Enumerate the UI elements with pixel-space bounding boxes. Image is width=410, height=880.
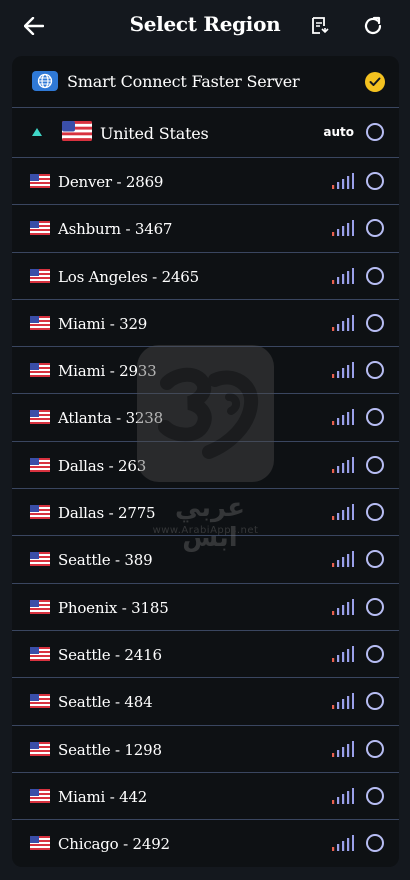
signal-strength-icon [332,598,354,615]
server-label: Seattle - 2416 [58,645,162,664]
list-button[interactable] [304,10,336,42]
selected-check-icon[interactable] [365,72,385,92]
signal-strength-icon [332,787,354,804]
server-radio[interactable] [366,408,384,427]
refresh-icon [364,16,382,35]
signal-strength-icon [332,314,354,331]
app-header: Select Region [0,0,410,52]
server-label: Denver - 2869 [58,173,164,191]
country-row-united-states[interactable]: United States auto [12,108,399,158]
us-flag-icon [30,694,50,709]
server-row[interactable]: Denver - 2869 [12,158,399,206]
us-flag-icon [30,268,50,283]
server-radio[interactable] [366,786,384,805]
signal-strength-icon [332,456,354,473]
server-row[interactable]: Seattle - 2416 [12,631,399,679]
server-radio[interactable] [366,644,384,663]
server-radio[interactable] [366,219,384,238]
server-list: Denver - 2869 Ashburn - 3467 Los Angeles… [12,158,399,867]
server-label: Miami - 329 [58,314,148,333]
page-title: Select Region [129,12,281,36]
server-radio[interactable] [366,266,384,285]
refresh-button[interactable] [357,10,389,42]
server-radio[interactable] [366,550,384,569]
server-row[interactable]: Dallas - 2775 [12,489,399,537]
signal-strength-icon [332,173,354,189]
server-label: Ashburn - 3467 [58,220,173,239]
server-radio[interactable] [366,692,384,711]
server-row[interactable]: Seattle - 484 [12,678,399,726]
signal-strength-icon [332,645,354,662]
server-radio[interactable] [366,834,384,853]
server-label: Seattle - 389 [58,551,153,570]
server-row[interactable]: Seattle - 389 [12,536,399,584]
signal-strength-icon [332,409,354,426]
country-name: United States [100,124,209,143]
server-row[interactable]: Atlanta - 3238 [12,394,399,442]
signal-strength-icon [332,740,354,757]
auto-mode-label: auto [323,125,354,139]
server-label: Dallas - 2775 [58,504,156,523]
signal-strength-icon [332,267,354,284]
expand-triangle-icon[interactable] [32,128,42,136]
globe-icon [32,71,58,91]
server-radio[interactable] [366,739,384,758]
server-label: Miami - 442 [58,787,148,806]
region-list: Smart Connect Faster Server United State… [12,56,399,868]
us-flag-icon [30,646,50,661]
server-label: Atlanta - 3238 [58,409,163,428]
server-label: Dallas - 263 [58,456,147,475]
server-radio[interactable] [366,503,384,522]
server-radio[interactable] [366,313,384,332]
server-label: Seattle - 1298 [58,740,162,759]
server-radio[interactable] [366,455,384,474]
smart-connect-row[interactable]: Smart Connect Faster Server [12,56,399,108]
server-row[interactable]: Dallas - 263 [12,442,399,490]
signal-strength-icon [332,693,354,710]
us-flag-icon [30,315,50,330]
signal-strength-icon [332,835,354,852]
smart-connect-label: Smart Connect Faster Server [67,72,300,91]
server-label: Los Angeles - 2465 [58,267,199,286]
us-flag-icon [30,410,50,425]
signal-strength-icon [332,551,354,568]
server-label: Seattle - 484 [58,693,153,712]
us-flag-icon [30,457,50,472]
us-flag-icon [30,599,50,614]
server-row[interactable]: Miami - 329 [12,300,399,348]
server-row[interactable]: Phoenix - 3185 [12,584,399,631]
us-flag-icon [30,221,50,236]
server-label: Miami - 2933 [58,362,157,381]
server-radio[interactable] [366,597,384,616]
country-radio[interactable] [366,123,384,141]
us-flag-icon [30,363,50,378]
us-flag-icon [30,552,50,567]
us-flag-icon [30,505,50,520]
server-label: Chicago - 2492 [58,835,170,854]
us-flag-icon [30,836,50,851]
server-row[interactable]: Chicago - 2492 [12,820,399,867]
us-flag-icon [62,121,92,141]
us-flag-icon [30,174,50,188]
signal-strength-icon [332,220,354,237]
server-row[interactable]: Miami - 442 [12,773,399,821]
server-radio[interactable] [366,172,384,190]
server-row[interactable]: Los Angeles - 2465 [12,253,399,300]
us-flag-icon [30,788,50,803]
signal-strength-icon [332,504,354,521]
signal-strength-icon [332,362,354,379]
document-list-icon [312,17,329,34]
server-row[interactable]: Seattle - 1298 [12,726,399,773]
us-flag-icon [30,741,50,756]
server-radio[interactable] [366,361,384,380]
server-row[interactable]: Ashburn - 3467 [12,205,399,253]
region-card: Smart Connect Faster Server United State… [12,56,399,868]
server-row[interactable]: Miami - 2933 [12,347,399,395]
server-label: Phoenix - 3185 [58,598,169,617]
